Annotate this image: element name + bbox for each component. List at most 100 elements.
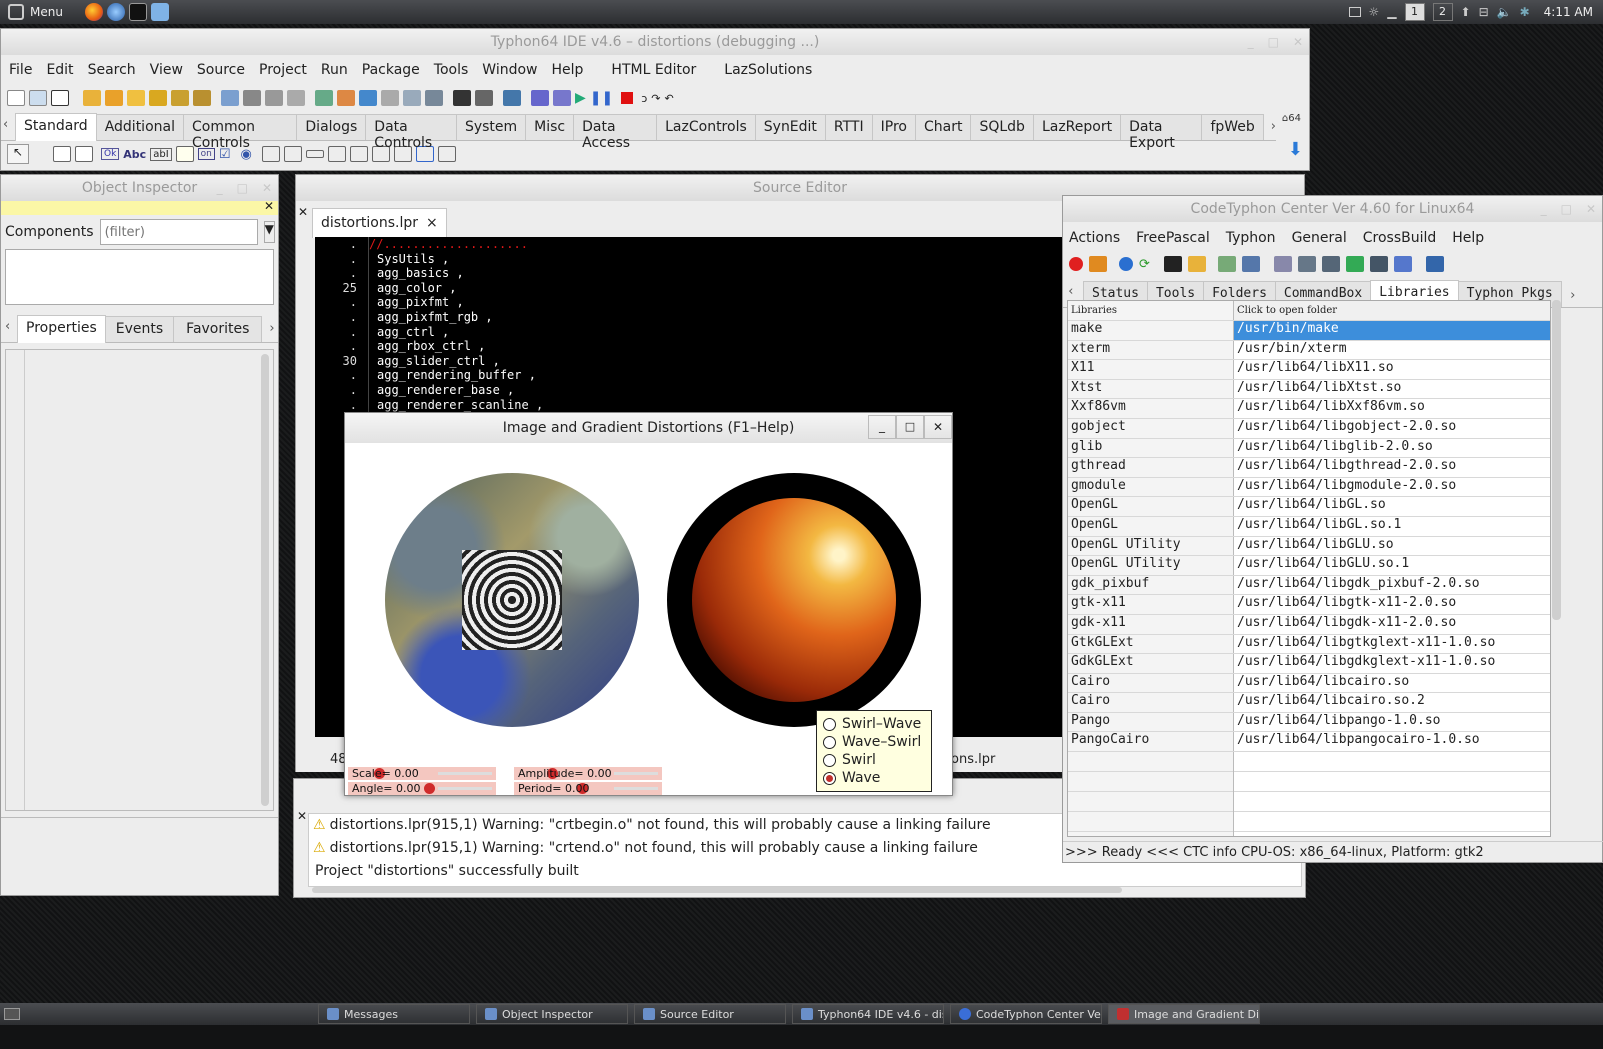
scrollbar-component-icon[interactable] [305,150,324,158]
actionlist-component-icon[interactable] [437,146,456,162]
menu-html-editor[interactable]: HTML Editor [611,62,696,78]
scale-slider[interactable]: Scale= 0.00 [348,767,496,780]
editor-tab-distortions[interactable]: distortions.lpr × [312,208,447,238]
code-line[interactable]: . agg_pixfmt_rgb , [315,310,1062,325]
angle-slider-knob[interactable] [424,783,435,794]
minimize-icon[interactable]: _ [1541,196,1547,222]
library-path[interactable]: /usr/lib64/libpangocairo-1.0.so [1234,732,1550,751]
help-icon[interactable] [1119,257,1133,271]
radio-swirl-wave[interactable]: Swirl–Wave [823,715,925,733]
library-path[interactable]: /usr/lib64/libXxf86vm.so [1234,399,1550,418]
mainmenu-component-icon[interactable] [53,146,71,162]
upload-icon[interactable]: ⬆ [1461,5,1471,19]
library-row[interactable]: Cairo/usr/lib64/libcairo.so.2 [1068,693,1550,713]
period-slider[interactable]: Period= 0.00 [514,782,662,795]
minimize-icon[interactable]: _ [217,175,223,201]
install-icon[interactable] [1089,256,1107,272]
workspace-2[interactable]: 2 [1432,3,1453,21]
library-row[interactable]: Pango/usr/lib64/libpango-1.0.so [1068,712,1550,733]
ctc-menu-help[interactable]: Help [1452,230,1484,246]
library-row[interactable]: OpenGL/usr/lib64/libGL.so [1068,497,1550,517]
palette-scroll-left[interactable]: ‹ [3,117,8,132]
network-icon[interactable]: ⊟ [1479,5,1489,19]
library-row[interactable]: X11/usr/lib64/libX11.so [1068,360,1550,380]
open-icon[interactable] [221,90,239,106]
library-path[interactable]: /usr/lib64/libcairo.so.2 [1234,693,1550,712]
code-line[interactable]: . agg_pixfmt , [315,295,1062,310]
radio-wave-swirl[interactable]: Wave–Swirl [823,733,925,751]
edit-component-icon[interactable]: abI [150,147,172,161]
menu-lazsolutions[interactable]: LazSolutions [724,62,812,78]
clock[interactable]: 4:11 AM [1544,5,1593,19]
debug-options-icon[interactable] [553,90,571,106]
code-line[interactable]: . SysUtils , [315,252,1062,267]
menu-help[interactable]: Help [552,62,584,78]
menu-edit[interactable]: Edit [46,62,73,78]
code-line[interactable]: . agg_rbox_ctrl , [315,339,1062,354]
library-path[interactable]: /usr/lib64/libGL.so [1234,497,1550,516]
library-row[interactable]: GtkGLExt/usr/lib64/libgtkglext-x11-1.0.s… [1068,634,1550,655]
task-codetyphon-center[interactable]: CodeTyphon Center Ver... [950,1004,1102,1024]
minimize-icon[interactable]: _ [1248,29,1254,55]
step-into-icon[interactable]: ↄ [641,92,647,105]
firefox-icon[interactable] [84,3,103,21]
close-icon[interactable]: ✕ [1293,29,1303,55]
code-line[interactable]: . agg_ctrl , [315,325,1062,340]
maximize-icon[interactable]: □ [1561,196,1572,222]
inspector-tabs-left[interactable]: ‹ [5,319,10,334]
ctc-menu-general[interactable]: General [1292,230,1347,246]
task-distortions[interactable]: Image and Gradient Dist... [1108,1004,1260,1024]
library-path[interactable]: /usr/lib64/libX11.so [1234,360,1550,379]
library-row[interactable]: OpenGL UTility/usr/lib64/libGLU.so.1 [1068,556,1550,576]
close-file-icon[interactable] [287,90,305,106]
bluetooth-icon[interactable]: ✱ [1520,5,1530,19]
workspace-1[interactable]: 1 [1404,3,1425,21]
menu-project[interactable]: Project [259,62,307,78]
palette-tab-system[interactable]: System [455,114,527,140]
library-row[interactable]: GdkGLExt/usr/lib64/libgdkglext-x11-1.0.s… [1068,654,1550,674]
component-tree[interactable] [5,249,274,305]
library-path[interactable]: /usr/lib64/libXtst.so [1234,380,1550,399]
code-line[interactable]: . agg_rendering_buffer , [315,368,1062,383]
maximize-icon[interactable]: □ [1268,29,1279,55]
library-path[interactable]: /usr/lib64/libglib-2.0.so [1234,439,1550,458]
palette-tab-lazreport[interactable]: LazReport [1032,114,1122,140]
filter-icon[interactable]: ▼ [263,221,275,243]
pause-icon[interactable]: ❚❚ [590,90,613,106]
compile-icon[interactable] [503,90,521,106]
radio-swirl-button[interactable] [823,753,836,767]
library-path[interactable]: /usr/lib64/libgtkglext-x11-1.0.so [1234,635,1550,654]
column-header-libraries[interactable]: Libraries [1068,301,1234,320]
tab-events[interactable]: Events [104,316,175,342]
library-path[interactable]: /usr/lib64/libGLU.so [1234,537,1550,556]
code-line[interactable]: . agg_renderer_scanline , [315,398,1062,413]
menu-source[interactable]: Source [197,62,245,78]
palette-scroll-right[interactable]: › [1271,119,1276,134]
maximize-icon[interactable]: □ [896,415,924,439]
maximize-icon[interactable]: □ [237,175,248,201]
package-options-icon[interactable] [193,90,211,106]
gear-icon[interactable] [1369,256,1388,272]
exit-icon[interactable] [1069,257,1083,271]
start-menu-button[interactable]: Menu [0,0,71,24]
library-path[interactable]: /usr/lib64/libGLU.so.1 [1234,556,1550,575]
close-hint-icon[interactable]: ✕ [264,199,274,213]
settings-icon[interactable] [1297,256,1316,272]
tab-properties[interactable]: Properties [17,315,106,343]
library-row[interactable]: Xxf86vm/usr/lib64/libXxf86vm.so [1068,399,1550,419]
property-grid-scrollbar[interactable] [261,354,269,806]
palette-tab-fpweb[interactable]: fpWeb [1201,114,1264,140]
library-row[interactable]: gdk_pixbuf/usr/lib64/libgdk_pixbuf-2.0.s… [1068,575,1550,596]
save-package-icon[interactable] [127,90,145,106]
library-path[interactable]: /usr/bin/make [1234,321,1550,340]
listbox-component-icon[interactable] [261,146,280,162]
combobox-component-icon[interactable] [283,146,302,162]
components-filter-input[interactable] [99,219,258,245]
memo-component-icon[interactable] [175,146,194,162]
code-line[interactable]: . agg_renderer_base , [315,383,1062,398]
palette-tab-lazcontrols[interactable]: LazControls [656,114,756,140]
menu-window[interactable]: Window [482,62,537,78]
close-editor-icon[interactable]: ✕ [298,205,308,219]
ctc-menu-typhon[interactable]: Typhon [1226,230,1276,246]
ctc-menu-crossbuild[interactable]: CrossBuild [1363,230,1437,246]
